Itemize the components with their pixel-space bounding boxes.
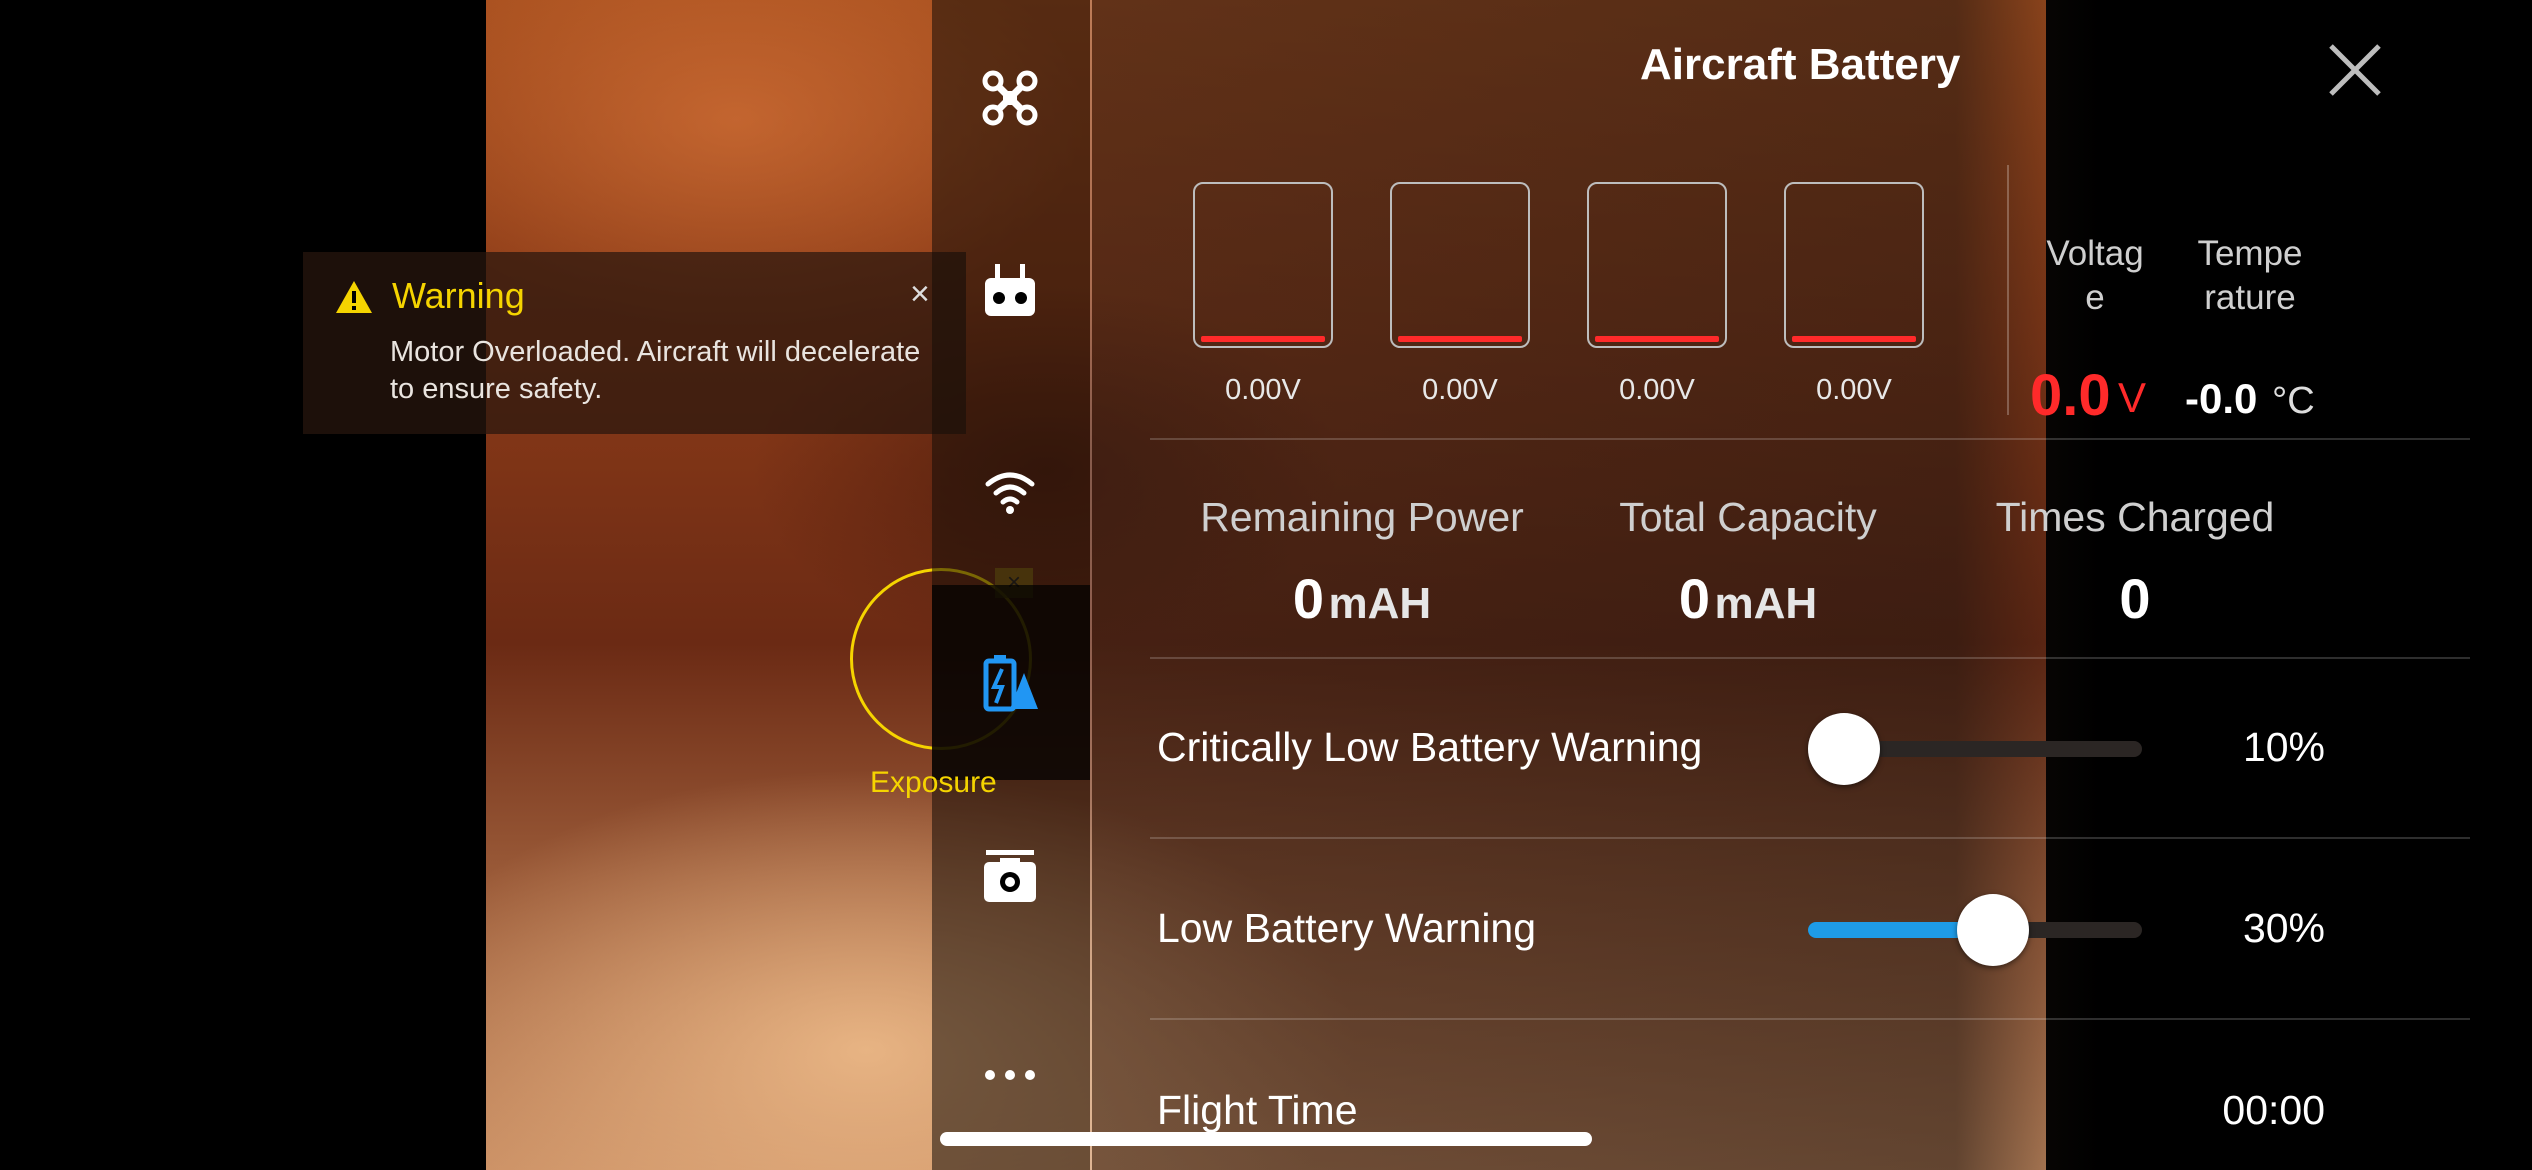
warning-close-button[interactable]: × — [910, 274, 930, 314]
cell-level-bar — [1595, 336, 1719, 342]
aircraft-icon[interactable] — [980, 68, 1040, 128]
low-warning-value: 30% — [2242, 905, 2325, 951]
total-capacity-label: Total Capacity — [1619, 494, 1877, 540]
total-capacity-number: 0 — [1678, 567, 1710, 630]
divider — [1150, 438, 2470, 440]
warning-triangle-icon — [336, 281, 372, 313]
temperature-label-line1: Tempe — [2197, 234, 2303, 273]
divider — [1150, 837, 2470, 839]
total-capacity-unit: mAH — [1714, 579, 1818, 628]
flight-time-label: Flight Time — [1157, 1087, 1358, 1133]
remaining-power-value: 0 mAH — [1172, 566, 1552, 631]
voltage-unit: V — [2118, 374, 2147, 421]
exposure-label: Exposure — [870, 766, 997, 799]
settings-sidebar — [932, 0, 1090, 1170]
temperature-unit: °C — [2272, 380, 2315, 422]
battery-cell-1 — [1193, 182, 1333, 348]
remote-controller-icon[interactable] — [980, 262, 1040, 322]
low-warning-label: Low Battery Warning — [1157, 905, 1537, 951]
total-capacity-value: 0 mAH — [1558, 566, 1938, 631]
low-warning-slider[interactable] — [1808, 894, 2142, 966]
battery-cell-2 — [1390, 182, 1530, 348]
close-icon[interactable] — [2325, 40, 2385, 100]
battery-cell-3 — [1587, 182, 1727, 348]
cell-voltage-4: 0.00V — [1816, 374, 1892, 406]
slider-knob[interactable] — [1808, 713, 1880, 785]
voltage-label-line2: e — [2085, 278, 2105, 317]
camera-icon[interactable] — [980, 848, 1040, 908]
home-indicator[interactable] — [940, 1132, 1592, 1146]
temperature-label-line2: rature — [2204, 278, 2296, 317]
critical-warning-slider[interactable] — [1808, 713, 2142, 785]
more-icon[interactable] — [980, 1045, 1040, 1105]
warning-title: Warning — [392, 275, 525, 316]
cell-level-bar — [1201, 336, 1325, 342]
remaining-power-label: Remaining Power — [1200, 494, 1524, 540]
divider — [1150, 657, 2470, 659]
panel-title: Aircraft Battery — [1640, 40, 1961, 89]
cell-level-bar — [1792, 336, 1916, 342]
warning-message: Motor Overloaded. Aircraft will decelera… — [390, 336, 921, 405]
remaining-power-unit: mAH — [1328, 579, 1432, 628]
battery-cell-4 — [1784, 182, 1924, 348]
temperature-label: Tempe rature — [2180, 232, 2320, 320]
voltage-label-line1: Voltag — [2046, 234, 2144, 273]
cell-level-bar — [1398, 336, 1522, 342]
remaining-power-number: 0 — [1292, 567, 1324, 630]
flight-time-value: 00:00 — [2222, 1087, 2325, 1133]
times-charged-label: Times Charged — [1995, 494, 2275, 540]
temperature-value: -0.0 — [2185, 375, 2258, 422]
slider-knob[interactable] — [1957, 894, 2029, 966]
critical-warning-value: 10% — [2242, 724, 2325, 770]
times-charged-number: 0 — [2119, 567, 2151, 630]
cell-voltage-3: 0.00V — [1619, 374, 1695, 406]
times-charged-value: 0 — [1945, 566, 2325, 631]
voltage-value: 0.0 — [2030, 363, 2111, 428]
cell-divider — [2007, 165, 2009, 415]
cell-voltage-1: 0.00V — [1225, 374, 1301, 406]
divider — [1150, 1018, 2470, 1020]
voltage-label: Voltag e — [2030, 232, 2160, 320]
critical-warning-label: Critically Low Battery Warning — [1157, 724, 1703, 770]
cell-voltage-2: 0.00V — [1422, 374, 1498, 406]
wifi-signal-icon[interactable] — [980, 462, 1040, 522]
battery-settings-icon[interactable] — [980, 655, 1040, 715]
